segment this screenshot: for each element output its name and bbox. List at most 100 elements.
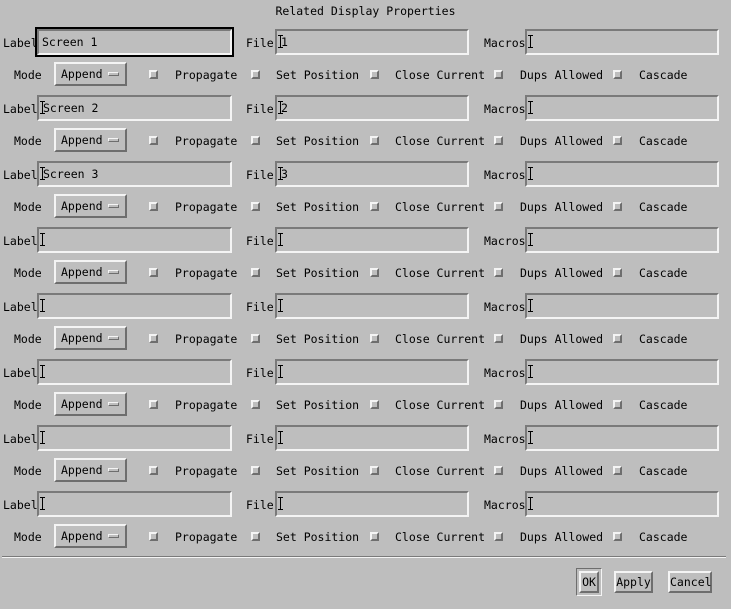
propagate-checkbox[interactable] [149, 532, 158, 541]
label-field[interactable] [37, 227, 232, 253]
label-value: Screen 1 [42, 35, 98, 49]
dups-allowed-checkbox[interactable] [494, 268, 503, 277]
macros-field[interactable] [525, 161, 719, 187]
label-field[interactable] [37, 491, 232, 517]
cancel-button[interactable]: Cancel [668, 571, 712, 593]
mode-option-menu[interactable]: Append [54, 326, 127, 350]
file-field[interactable] [275, 227, 469, 253]
dups-allowed-checkbox[interactable] [494, 136, 503, 145]
propagate-caption: Propagate [175, 332, 238, 346]
set-position-checkbox[interactable] [251, 466, 260, 475]
apply-button[interactable]: Apply [614, 571, 653, 593]
macros-field[interactable] [525, 359, 719, 385]
cascade-checkbox[interactable] [613, 532, 622, 541]
propagate-checkbox[interactable] [149, 466, 158, 475]
close-current-caption: Close Current [395, 68, 486, 82]
cascade-checkbox[interactable] [613, 136, 622, 145]
propagate-checkbox[interactable] [149, 70, 158, 79]
label-field[interactable]: Screen 1 [35, 27, 234, 57]
mode-caption: Mode [14, 68, 42, 82]
mode-value: Append [61, 397, 103, 411]
display-entry-6: Label File Macros Mode Append Propagate … [0, 356, 731, 422]
label-field[interactable]: Screen 2 [37, 95, 232, 121]
dups-allowed-checkbox[interactable] [494, 466, 503, 475]
file-field[interactable] [275, 425, 469, 451]
macros-field[interactable] [525, 425, 719, 451]
set-position-checkbox[interactable] [251, 202, 260, 211]
dups-allowed-checkbox[interactable] [494, 400, 503, 409]
cascade-caption: Cascade [639, 464, 688, 478]
set-position-checkbox[interactable] [251, 334, 260, 343]
set-position-checkbox[interactable] [251, 268, 260, 277]
close-current-checkbox[interactable] [370, 70, 379, 79]
file-field[interactable] [275, 359, 469, 385]
cascade-checkbox[interactable] [613, 466, 622, 475]
propagate-checkbox[interactable] [149, 400, 158, 409]
label-field[interactable] [37, 293, 232, 319]
mode-caption: Mode [14, 398, 42, 412]
propagate-caption: Propagate [175, 134, 238, 148]
set-position-checkbox[interactable] [251, 70, 260, 79]
text-cursor-icon [278, 365, 283, 378]
file-field[interactable] [275, 293, 469, 319]
macros-caption: Macros [484, 234, 526, 248]
close-current-checkbox[interactable] [370, 466, 379, 475]
cascade-caption: Cascade [639, 266, 688, 280]
cascade-checkbox[interactable] [613, 268, 622, 277]
set-position-caption: Set Position [276, 398, 360, 412]
dups-allowed-checkbox[interactable] [494, 202, 503, 211]
close-current-checkbox[interactable] [370, 532, 379, 541]
macros-field[interactable] [525, 227, 719, 253]
macros-caption: Macros [484, 498, 526, 512]
mode-caption: Mode [14, 200, 42, 214]
macros-field[interactable] [525, 29, 719, 55]
close-current-checkbox[interactable] [370, 136, 379, 145]
mode-value: Append [61, 331, 103, 345]
file-field[interactable]: 1 [275, 29, 469, 55]
related-display-entries: Label Screen 1 File 1 Macros Mode Append… [0, 26, 731, 554]
close-current-checkbox[interactable] [370, 202, 379, 211]
mode-option-menu[interactable]: Append [54, 392, 127, 416]
file-field[interactable]: 3 [275, 161, 469, 187]
propagate-caption: Propagate [175, 68, 238, 82]
propagate-checkbox[interactable] [149, 268, 158, 277]
propagate-checkbox[interactable] [149, 136, 158, 145]
mode-option-menu[interactable]: Append [54, 458, 127, 482]
dups-allowed-caption: Dups Allowed [520, 332, 604, 346]
option-menu-indicator-icon [108, 138, 119, 142]
mode-option-menu[interactable]: Append [54, 524, 127, 548]
close-current-checkbox[interactable] [370, 400, 379, 409]
propagate-checkbox[interactable] [149, 202, 158, 211]
mode-option-menu[interactable]: Append [54, 194, 127, 218]
ok-button[interactable]: OK [579, 571, 599, 593]
mode-option-menu[interactable]: Append [54, 62, 127, 86]
file-caption: File [246, 498, 274, 512]
macros-field[interactable] [525, 293, 719, 319]
mode-option-menu[interactable]: Append [54, 260, 127, 284]
label-field[interactable] [37, 359, 232, 385]
dups-allowed-checkbox[interactable] [494, 334, 503, 343]
text-cursor-icon [278, 101, 283, 114]
set-position-checkbox[interactable] [251, 400, 260, 409]
set-position-checkbox[interactable] [251, 136, 260, 145]
propagate-checkbox[interactable] [149, 334, 158, 343]
cascade-checkbox[interactable] [613, 400, 622, 409]
dups-allowed-checkbox[interactable] [494, 532, 503, 541]
close-current-checkbox[interactable] [370, 334, 379, 343]
macros-field[interactable] [525, 491, 719, 517]
display-entry-2: Label Screen 2 File 2 Macros Mode Append… [0, 92, 731, 158]
file-field[interactable]: 2 [275, 95, 469, 121]
macros-field[interactable] [525, 95, 719, 121]
label-field[interactable] [37, 425, 232, 451]
mode-value: Append [61, 463, 103, 477]
cascade-checkbox[interactable] [613, 70, 622, 79]
cascade-checkbox[interactable] [613, 334, 622, 343]
label-caption: Label [3, 300, 38, 314]
mode-option-menu[interactable]: Append [54, 128, 127, 152]
cascade-checkbox[interactable] [613, 202, 622, 211]
close-current-checkbox[interactable] [370, 268, 379, 277]
dups-allowed-checkbox[interactable] [494, 70, 503, 79]
set-position-checkbox[interactable] [251, 532, 260, 541]
file-field[interactable] [275, 491, 469, 517]
label-field[interactable]: Screen 3 [37, 161, 232, 187]
